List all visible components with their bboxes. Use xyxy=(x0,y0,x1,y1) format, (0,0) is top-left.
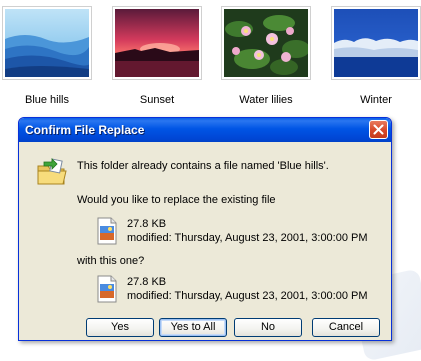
thumbnail-frame xyxy=(331,6,421,80)
cancel-button[interactable]: Cancel xyxy=(312,318,380,337)
sunset-image xyxy=(115,9,199,77)
thumbnail-frame xyxy=(221,6,311,80)
existing-file-size: 27.8 KB xyxy=(127,218,167,230)
thumbnail-frame xyxy=(112,6,202,80)
close-icon xyxy=(373,124,384,135)
new-file-size: 27.8 KB xyxy=(127,276,167,288)
dialog-titlebar[interactable]: Confirm File Replace xyxy=(19,118,391,142)
dialog-title: Confirm File Replace xyxy=(25,123,145,137)
dialog-body: This folder already contains a file name… xyxy=(22,142,388,337)
thumbnail-view: Blue hills Sunset Water lilies Winter xyxy=(0,0,421,112)
existing-file-modified: modified: Thursday, August 23, 2001, 3:0… xyxy=(127,232,368,244)
image-file-icon xyxy=(96,217,118,248)
blue-hills-image xyxy=(5,9,89,77)
thumbnail-blue-hills[interactable]: Blue hills xyxy=(2,6,92,106)
thumbnail-frame xyxy=(2,6,92,80)
yes-to-all-button[interactable]: Yes to All xyxy=(159,318,227,337)
with-this-one-label: with this one? xyxy=(77,255,145,267)
replace-question: Would you like to replace the existing f… xyxy=(77,194,276,206)
new-file-modified: modified: Thursday, August 23, 2001, 3:0… xyxy=(127,290,368,302)
thumbnail-caption: Winter xyxy=(360,94,392,106)
image-file-icon xyxy=(96,275,118,306)
thumbnail-caption: Water lilies xyxy=(239,94,293,106)
thumbnail-winter[interactable]: Winter xyxy=(331,6,421,106)
winter-image xyxy=(334,9,418,77)
no-button[interactable]: No xyxy=(234,318,302,337)
yes-button[interactable]: Yes xyxy=(86,318,154,337)
water-lilies-image xyxy=(224,9,308,77)
thumbnail-caption: Sunset xyxy=(139,94,175,106)
thumbnail-caption: Blue hills xyxy=(24,94,70,106)
close-button[interactable] xyxy=(369,120,388,139)
confirm-file-replace-dialog: Confirm File Replace This folder already… xyxy=(18,117,392,341)
existing-file-message: This folder already contains a file name… xyxy=(77,160,329,172)
folder-move-icon xyxy=(36,158,68,191)
thumbnail-water-lilies[interactable]: Water lilies xyxy=(221,6,311,106)
thumbnail-sunset[interactable]: Sunset xyxy=(112,6,202,106)
